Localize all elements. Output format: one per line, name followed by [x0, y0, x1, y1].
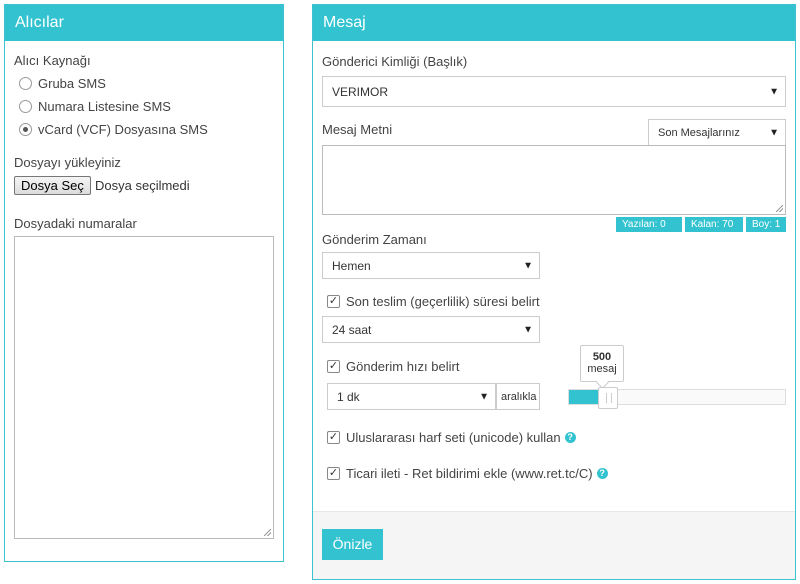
- message-title: Mesaj: [313, 5, 795, 41]
- radio-label: Gruba SMS: [38, 76, 106, 91]
- resize-grip-icon[interactable]: [776, 205, 783, 212]
- slider-value: 500: [592, 351, 612, 363]
- rate-interval-select[interactable]: 1 dk ▼: [327, 383, 496, 410]
- slider-handle[interactable]: [598, 387, 618, 409]
- size-counter: Boy: 1: [746, 217, 786, 232]
- choose-file-button[interactable]: Dosya Seç: [14, 176, 91, 195]
- schedule-value: Hemen: [332, 258, 371, 273]
- check-icon[interactable]: ✓: [327, 431, 340, 444]
- message-textarea[interactable]: [322, 145, 786, 215]
- radio-label: vCard (VCF) Dosyasına SMS: [38, 122, 208, 137]
- resize-grip-icon[interactable]: [264, 529, 271, 536]
- radio-icon[interactable]: [19, 100, 32, 113]
- validity-label: Son teslim (geçerlilik) süresi belirt: [346, 294, 540, 309]
- recent-messages-select[interactable]: Son Mesajlarınız ▼: [648, 119, 786, 146]
- radio-group-sms[interactable]: Gruba SMS: [19, 76, 106, 91]
- radio-vcard-sms[interactable]: vCard (VCF) Dosyasına SMS: [19, 122, 208, 137]
- numbers-textarea[interactable]: [14, 236, 274, 539]
- commercial-label: Ticari ileti - Ret bildirimi ekle (www.r…: [346, 466, 593, 481]
- rate-suffix: aralıkla: [496, 383, 540, 410]
- numbers-label: Dosyadaki numaralar: [14, 216, 137, 231]
- chevron-down-icon: ▼: [769, 86, 779, 97]
- check-icon[interactable]: ✓: [327, 295, 340, 308]
- check-icon[interactable]: ✓: [327, 360, 340, 373]
- slider-tooltip: 500 mesaj: [580, 345, 624, 382]
- help-icon[interactable]: ?: [596, 468, 608, 479]
- chevron-down-icon: ▼: [523, 260, 533, 271]
- check-icon[interactable]: ✓: [327, 467, 340, 480]
- preview-button[interactable]: Önizle: [322, 529, 383, 560]
- upload-label: Dosyayı yükleyiniz: [14, 155, 121, 170]
- radio-label: Numara Listesine SMS: [38, 99, 171, 114]
- recipients-panel: Alıcılar Alıcı Kaynağı Gruba SMS Numara …: [4, 4, 284, 562]
- recipient-source-label: Alıcı Kaynağı: [14, 53, 91, 68]
- sender-value: VERIMOR: [332, 84, 389, 99]
- schedule-select[interactable]: Hemen ▼: [322, 252, 540, 279]
- commercial-checkbox[interactable]: ✓ Ticari ileti - Ret bildirimi ekle (www…: [327, 466, 608, 481]
- radio-icon[interactable]: [19, 77, 32, 90]
- unicode-checkbox[interactable]: ✓ Uluslararası harf seti (unicode) kulla…: [327, 430, 576, 445]
- chevron-down-icon: ▼: [523, 324, 533, 335]
- rate-label: Gönderim hızı belirt: [346, 359, 460, 374]
- validity-value: 24 saat: [332, 322, 372, 337]
- panel-footer: [313, 511, 795, 579]
- chevron-down-icon: ▼: [479, 391, 489, 402]
- rate-suffix-text: aralıkla: [501, 390, 537, 403]
- radio-number-list-sms[interactable]: Numara Listesine SMS: [19, 99, 171, 114]
- recent-messages-value: Son Mesajlarınız: [658, 126, 740, 139]
- message-text-label: Mesaj Metni: [322, 122, 393, 137]
- written-counter: Yazılan: 0: [616, 217, 682, 232]
- message-panel: Mesaj Gönderici Kimliği (Başlık) VERIMOR…: [312, 4, 796, 580]
- chevron-down-icon: ▼: [769, 127, 779, 138]
- remaining-counter: Kalan: 70: [685, 217, 743, 232]
- rate-interval-value: 1 dk: [337, 389, 360, 404]
- rate-checkbox[interactable]: ✓ Gönderim hızı belirt: [327, 359, 459, 374]
- help-icon[interactable]: ?: [564, 432, 576, 443]
- radio-selected-icon[interactable]: [19, 123, 32, 136]
- sender-select[interactable]: VERIMOR ▼: [322, 76, 786, 107]
- slider-unit: mesaj: [587, 363, 617, 375]
- recipients-title: Alıcılar: [5, 5, 283, 41]
- validity-checkbox[interactable]: ✓ Son teslim (geçerlilik) süresi belirt: [327, 294, 540, 309]
- sender-label: Gönderici Kimliği (Başlık): [322, 54, 468, 69]
- schedule-label: Gönderim Zamanı: [322, 232, 427, 247]
- validity-select[interactable]: 24 saat ▼: [322, 316, 540, 343]
- unicode-label: Uluslararası harf seti (unicode) kullan: [346, 430, 561, 445]
- rate-slider[interactable]: [568, 387, 786, 409]
- file-status: Dosya seçilmedi: [95, 178, 190, 193]
